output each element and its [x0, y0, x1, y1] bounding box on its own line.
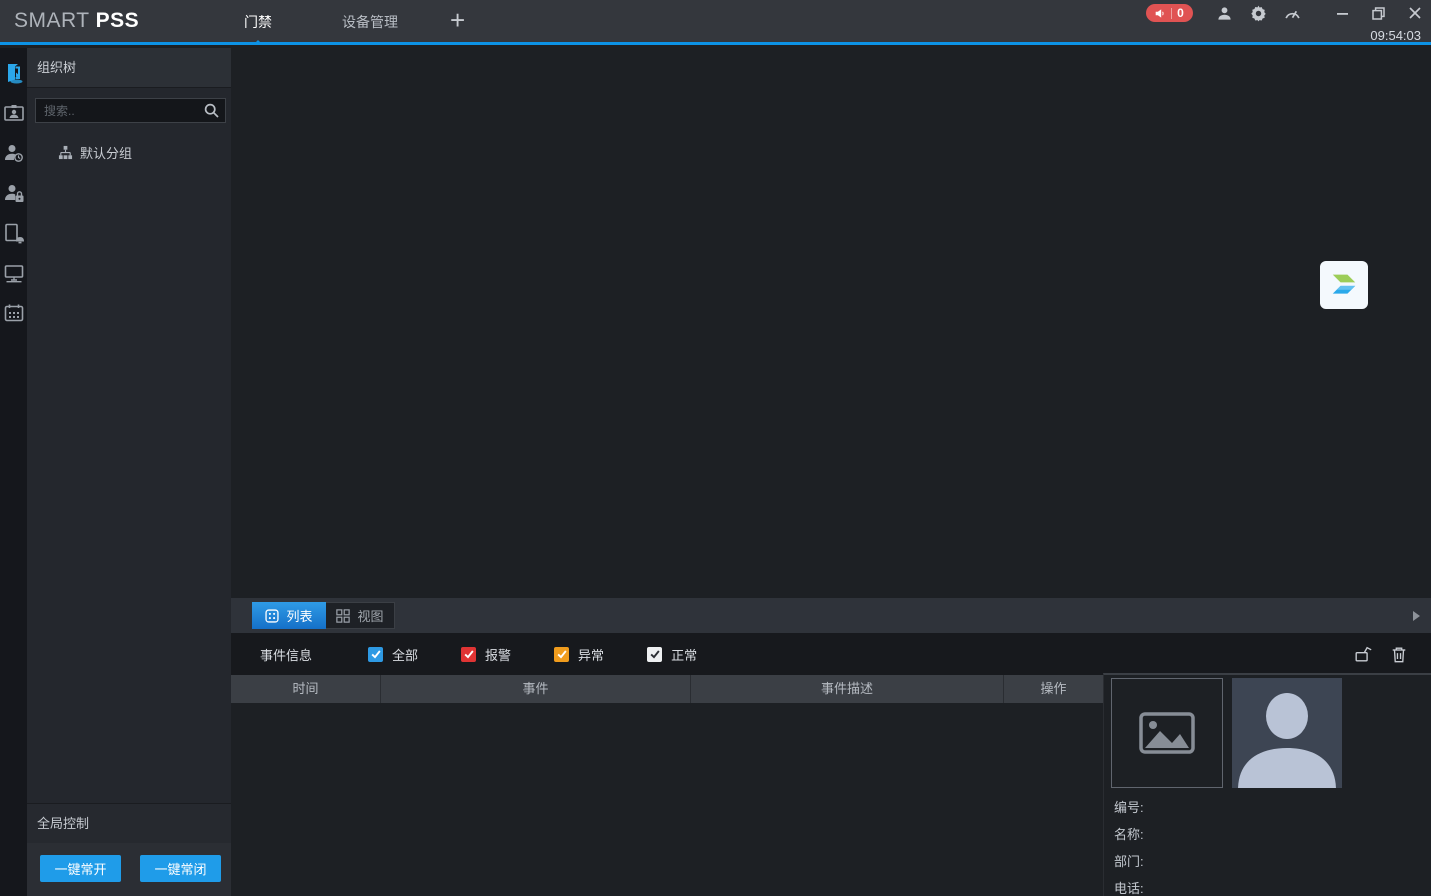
filter-abnormal[interactable]: 异常 — [554, 645, 604, 664]
person-photo-placeholder — [1232, 678, 1342, 788]
tab-access-control[interactable]: 门禁 — [230, 0, 286, 45]
always-open-button[interactable]: 一键常开 — [40, 855, 121, 882]
tree-item-label: 默认分组 — [80, 145, 133, 161]
smartpss-brand-icon — [1320, 261, 1368, 309]
column-time: 时间 — [231, 675, 381, 703]
checkbox-all[interactable] — [368, 646, 384, 662]
delete-trash-icon[interactable] — [1390, 645, 1408, 664]
tree-item-default-group[interactable]: 默认分组 — [27, 140, 231, 164]
event-filter-bar: 事件信息 全部 报警 异常 正常 — [231, 633, 1431, 675]
search-input[interactable] — [35, 98, 226, 123]
grid-view-icon — [336, 608, 351, 623]
filter-label: 报警 — [485, 647, 512, 663]
nav-rail — [0, 48, 27, 896]
monitor-icon[interactable] — [2, 261, 25, 284]
close-button[interactable] — [1406, 5, 1423, 22]
column-event-description: 事件描述 — [691, 675, 1004, 703]
org-tree-panel: 组织树 默认分组 全局控制 一键常开 一键常闭 — [27, 48, 231, 896]
calendar-icon[interactable] — [2, 301, 25, 324]
org-tree-title: 组织树 — [27, 48, 231, 88]
speaker-icon — [1155, 8, 1166, 19]
event-table-body — [231, 703, 1103, 896]
checkbox-abnormal[interactable] — [554, 646, 570, 662]
column-event: 事件 — [381, 675, 691, 703]
unlock-icon[interactable] — [1353, 644, 1373, 664]
event-info-title: 事件信息 — [260, 647, 313, 663]
person-detail-panel: 编号: 名称: 部门: 电话: — [1103, 673, 1431, 896]
snapshot-placeholder — [1111, 678, 1223, 788]
restore-button[interactable] — [1370, 5, 1387, 22]
photo-placeholder-icon — [1139, 712, 1195, 754]
badge-divider — [1171, 7, 1173, 19]
search-icon[interactable] — [203, 102, 220, 119]
tab-label: 视图 — [357, 609, 384, 624]
field-name: 名称: — [1114, 827, 1144, 842]
add-module-tab-button[interactable]: + — [428, 0, 487, 45]
field-id: 编号: — [1114, 800, 1144, 815]
module-tabs: 门禁 设备管理 + — [230, 0, 487, 45]
always-closed-button[interactable]: 一键常闭 — [140, 855, 221, 882]
settings-gear-icon[interactable] — [1250, 5, 1267, 22]
titlebar-right-cluster: 0 09:54:03 — [1146, 3, 1423, 43]
console-canvas — [231, 48, 1431, 598]
filter-label: 正常 — [671, 647, 698, 663]
minimize-button[interactable] — [1334, 5, 1351, 22]
event-bar-actions — [1353, 644, 1408, 664]
global-control-title: 全局控制 — [27, 803, 231, 843]
checkbox-alarm[interactable] — [461, 646, 477, 662]
personnel-card-icon[interactable] — [2, 101, 25, 124]
person-silhouette-icon — [1238, 693, 1336, 788]
filter-alarm[interactable]: 报警 — [461, 645, 511, 664]
titlebar: SMART PSS 门禁 设备管理 + 0 09:54:03 — [0, 0, 1431, 45]
user-clock-icon[interactable] — [2, 141, 25, 164]
field-phone: 电话: — [1114, 881, 1144, 896]
tab-device-management[interactable]: 设备管理 — [328, 0, 412, 45]
access-control-console-icon[interactable] — [2, 61, 25, 84]
filter-label: 异常 — [578, 647, 605, 663]
tab-grid-view[interactable]: 视图 — [326, 602, 395, 629]
view-tab-row: 列表 视图 — [231, 598, 1431, 633]
expand-right-icon[interactable] — [1413, 611, 1420, 621]
filter-label: 全部 — [392, 647, 419, 663]
tab-list-view[interactable]: 列表 — [252, 602, 326, 629]
performance-gauge-icon[interactable] — [1284, 5, 1301, 22]
global-control-buttons: 一键常开 一键常闭 — [27, 843, 231, 896]
filter-all[interactable]: 全部 — [368, 645, 418, 664]
search-row — [35, 98, 226, 123]
filter-normal[interactable]: 正常 — [647, 645, 697, 664]
person-fields: 编号: 名称: 部门: 电话: — [1114, 794, 1144, 896]
app-logo: SMART PSS — [14, 9, 140, 32]
alarm-count: 0 — [1177, 6, 1184, 20]
device-alarm-icon[interactable] — [2, 221, 25, 244]
event-table-header: 时间 事件 事件描述 操作 — [231, 675, 1103, 703]
list-view-icon — [265, 608, 280, 623]
user-account-icon[interactable] — [1216, 5, 1233, 22]
org-tree: 默认分组 — [27, 140, 231, 803]
smartpss-window: SMART PSS 门禁 设备管理 + 0 09:54:03 组织树 搜索.. … — [0, 0, 1431, 896]
column-operation: 操作 — [1040, 681, 1067, 696]
tab-label: 列表 — [286, 609, 313, 624]
checkbox-normal[interactable] — [647, 646, 663, 662]
alarm-count-badge[interactable]: 0 — [1146, 4, 1193, 22]
event-filters: 全部 报警 异常 正常 — [368, 645, 740, 664]
system-clock: 09:54:03 — [1370, 28, 1421, 43]
org-tree-node-icon — [58, 145, 73, 160]
field-department: 部门: — [1114, 854, 1144, 869]
user-lock-icon[interactable] — [2, 181, 25, 204]
